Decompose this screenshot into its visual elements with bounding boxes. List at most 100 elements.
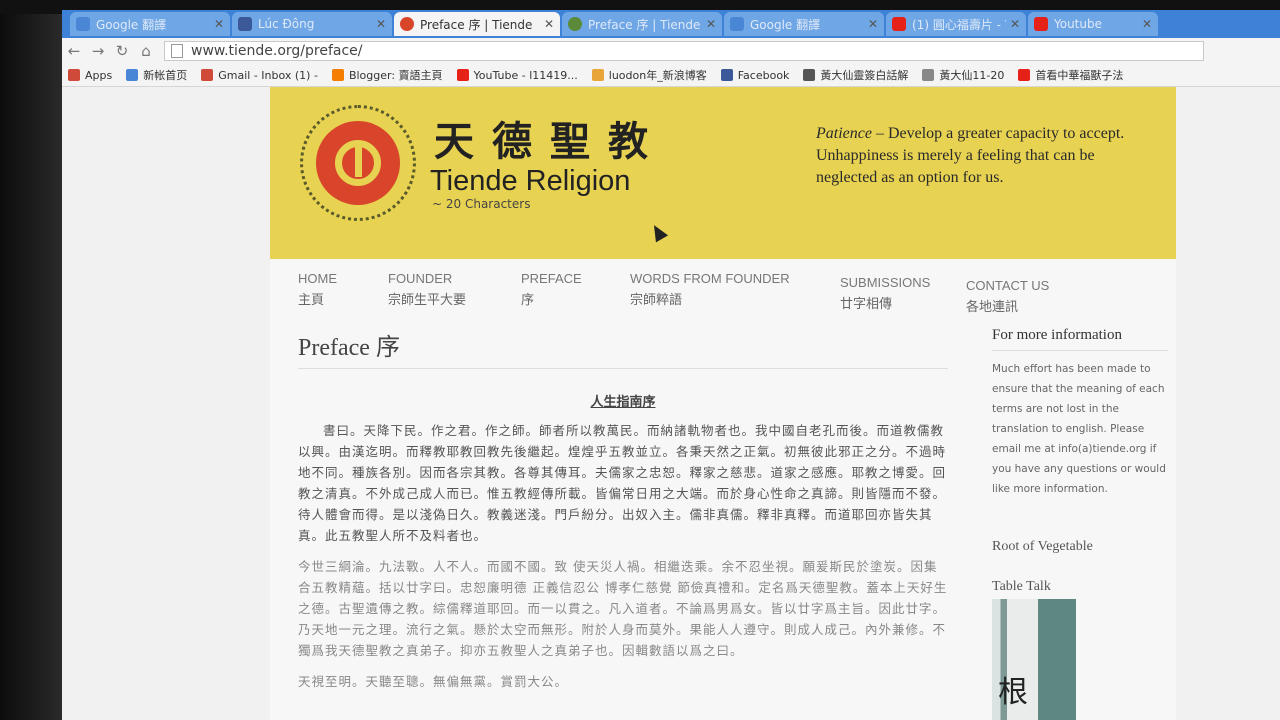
page-content: 天德聖教 Tiende Religion ~ 20 Characters Pat… (270, 87, 1176, 720)
address-bar[interactable]: www.tiende.org/preface/ (164, 41, 1204, 61)
page-title: Preface 序 (298, 327, 948, 369)
google-translate-icon (730, 17, 744, 31)
nav-label-cn: 宗師粹語 (630, 292, 683, 307)
tab-facebook[interactable]: Lúc Đông ✕ (232, 12, 392, 36)
bookmark-item[interactable]: 首看中華福獸子法 (1018, 67, 1123, 83)
youtube-icon (456, 69, 469, 81)
close-icon[interactable]: ✕ (1142, 17, 1152, 31)
bookmark-label: luodon年_新浪博客 (608, 69, 707, 82)
page-icon (171, 44, 183, 58)
reload-icon[interactable]: ↻ (110, 42, 134, 60)
back-arrow-icon[interactable]: ← (62, 42, 86, 60)
site-title-english[interactable]: Tiende Religion (430, 165, 630, 198)
bookmark-label: 新帐首页 (143, 69, 188, 82)
nav-submissions[interactable]: SUBMISSIONS 廿字相傳 (840, 275, 930, 312)
youtube-icon (1034, 17, 1048, 31)
blogger-icon (331, 69, 344, 81)
site-subtitle: ~ 20 Characters (432, 197, 531, 211)
section-title: 人生指南序 (590, 395, 656, 410)
close-icon[interactable]: ✕ (376, 17, 386, 31)
quote-of-day: Patience – Develop a greater capacity to… (816, 123, 1156, 189)
youtube-icon (1018, 69, 1031, 81)
gmail-icon (201, 69, 214, 81)
logo-bar (354, 145, 362, 177)
nav-label-en: HOME (298, 271, 337, 286)
close-icon[interactable]: ✕ (214, 17, 224, 31)
tab-preface-active[interactable]: Preface 序 | Tiende ✕ (394, 12, 560, 36)
tiende-logo-icon (568, 17, 582, 31)
close-icon[interactable]: ✕ (706, 17, 716, 31)
tab-google-translate[interactable]: Google 翻譯 ✕ (70, 12, 230, 36)
bookmark-blogger[interactable]: Blogger: 賣語主頁 (331, 67, 443, 83)
logo-mark (335, 140, 381, 186)
main-article: Preface 序 人生指南序 書曰。天降下民。作之君。作之師。師者所以教萬民。… (298, 319, 948, 702)
facebook-icon (238, 17, 252, 31)
book-cover-image[interactable]: 根 (992, 599, 1076, 720)
bookmark-apps[interactable]: Apps (68, 69, 112, 82)
tab-strip: Google 翻譯 ✕ Lúc Đông ✕ Preface 序 | Tiend… (62, 10, 1280, 38)
tab-label: Google 翻譯 (96, 17, 167, 32)
quote-term: Patience (816, 125, 872, 142)
google-translate-icon (76, 17, 90, 31)
close-icon[interactable]: ✕ (1010, 17, 1020, 31)
bookmark-item[interactable]: 黃大仙靈簽白話解 (803, 67, 908, 83)
bookmark-gmail[interactable]: Gmail - Inbox (1) - (201, 69, 318, 82)
tab-preface[interactable]: Preface 序 | Tiende ✕ (562, 12, 722, 36)
tab-label: (1) 圓心福壽片 - Y (912, 17, 1006, 32)
bookmark-item[interactable]: 黃大仙11-20 (922, 67, 1004, 83)
article-paragraph: 書曰。天降下民。作之君。作之師。師者所以教萬民。而納諸軌物者也。我中國自老孔而後… (298, 423, 947, 543)
home-icon[interactable]: ⌂ (134, 42, 158, 60)
bookmark-sina[interactable]: luodon年_新浪博客 (591, 67, 707, 83)
sidebar-heading-info: For more information (992, 327, 1168, 351)
tab-youtube-video[interactable]: (1) 圓心福壽片 - Y ✕ (886, 12, 1026, 36)
bookmark-youtube[interactable]: YouTube - l11419... (456, 69, 578, 82)
tab-google-translate-2[interactable]: Google 翻譯 ✕ (724, 12, 884, 36)
nav-label-en: WORDS FROM FOUNDER (630, 271, 790, 286)
facebook-icon (720, 69, 733, 81)
nav-label-cn: 宗師生平大要 (388, 292, 467, 307)
close-icon[interactable]: ✕ (544, 17, 554, 31)
sidebar-heading-table-talk: Table Talk (992, 579, 1051, 594)
nav-label-en: FOUNDER (388, 271, 453, 286)
bookmark-label: Apps (85, 68, 113, 82)
nav-home[interactable]: HOME 主頁 (298, 271, 337, 308)
url-text: www.tiende.org/preface/ (191, 43, 363, 59)
book-cover-glyph: 根 (998, 675, 1028, 710)
bookmark-facebook[interactable]: Facebook (720, 69, 789, 82)
close-icon[interactable]: ✕ (868, 17, 878, 31)
browser-toolbar: ← → ↻ ⌂ www.tiende.org/preface/ (62, 38, 1280, 64)
nav-contact-us[interactable]: CONTACT US 各地連訊 (966, 278, 1049, 315)
tab-label: Google 翻譯 (750, 17, 821, 32)
tab-youtube[interactable]: Youtube ✕ (1028, 12, 1158, 36)
tab-label: Preface 序 | Tiende (588, 17, 701, 32)
tiende-logo-icon[interactable] (300, 105, 416, 221)
bookmark-label: Blogger: 賣語主頁 (348, 69, 443, 82)
sidebar-heading-root-of-vegetable: Root of Vegetable (992, 539, 1093, 554)
webpage: 天德聖教 Tiende Religion ~ 20 Characters Pat… (62, 87, 1280, 720)
nav-label-cn: 廿字相傳 (840, 296, 893, 311)
nav-label-en: PREFACE (521, 271, 582, 286)
nav-founder[interactable]: FOUNDER 宗師生平大要 (388, 271, 466, 308)
tab-label: Lúc Đông (258, 17, 315, 31)
article-paragraph: 今世三綱淪。九法斁。人不人。而國不國。致 使天災人禍。相繼迭乘。余不忍坐視。願爰… (298, 559, 948, 658)
sidebar: For more information Much effort has bee… (992, 327, 1168, 720)
bookmark-label: 首看中華福獸子法 (1035, 69, 1124, 82)
bookmark-label: Gmail - Inbox (1) - (218, 68, 318, 82)
nav-words-from-founder[interactable]: WORDS FROM FOUNDER 宗師粹語 (630, 271, 790, 308)
site-title-chinese[interactable]: 天德聖教 (434, 109, 666, 167)
bookmark-icon (126, 69, 139, 81)
bookmark-label: 黃大仙11-20 (939, 69, 1005, 82)
nav-label-cn: 各地連訊 (966, 299, 1019, 314)
nav-preface[interactable]: PREFACE 序 (521, 271, 582, 308)
sina-icon (591, 69, 604, 81)
nav-label-cn: 序 (521, 292, 535, 307)
page-icon (922, 69, 935, 81)
tab-label: Preface 序 | Tiende (420, 17, 533, 32)
nav-label-en: SUBMISSIONS (840, 275, 931, 290)
sidebar-info-text: Much effort has been made to ensure that… (992, 363, 1166, 495)
logo-inner (316, 121, 400, 205)
forward-arrow-icon[interactable]: → (86, 42, 110, 60)
main-nav: HOME 主頁 FOUNDER 宗師生平大要 PREFACE 序 WORDS FROM… (270, 259, 1176, 319)
bookmark-item[interactable]: 新帐首页 (126, 67, 187, 83)
nav-label-cn: 主頁 (298, 292, 325, 307)
